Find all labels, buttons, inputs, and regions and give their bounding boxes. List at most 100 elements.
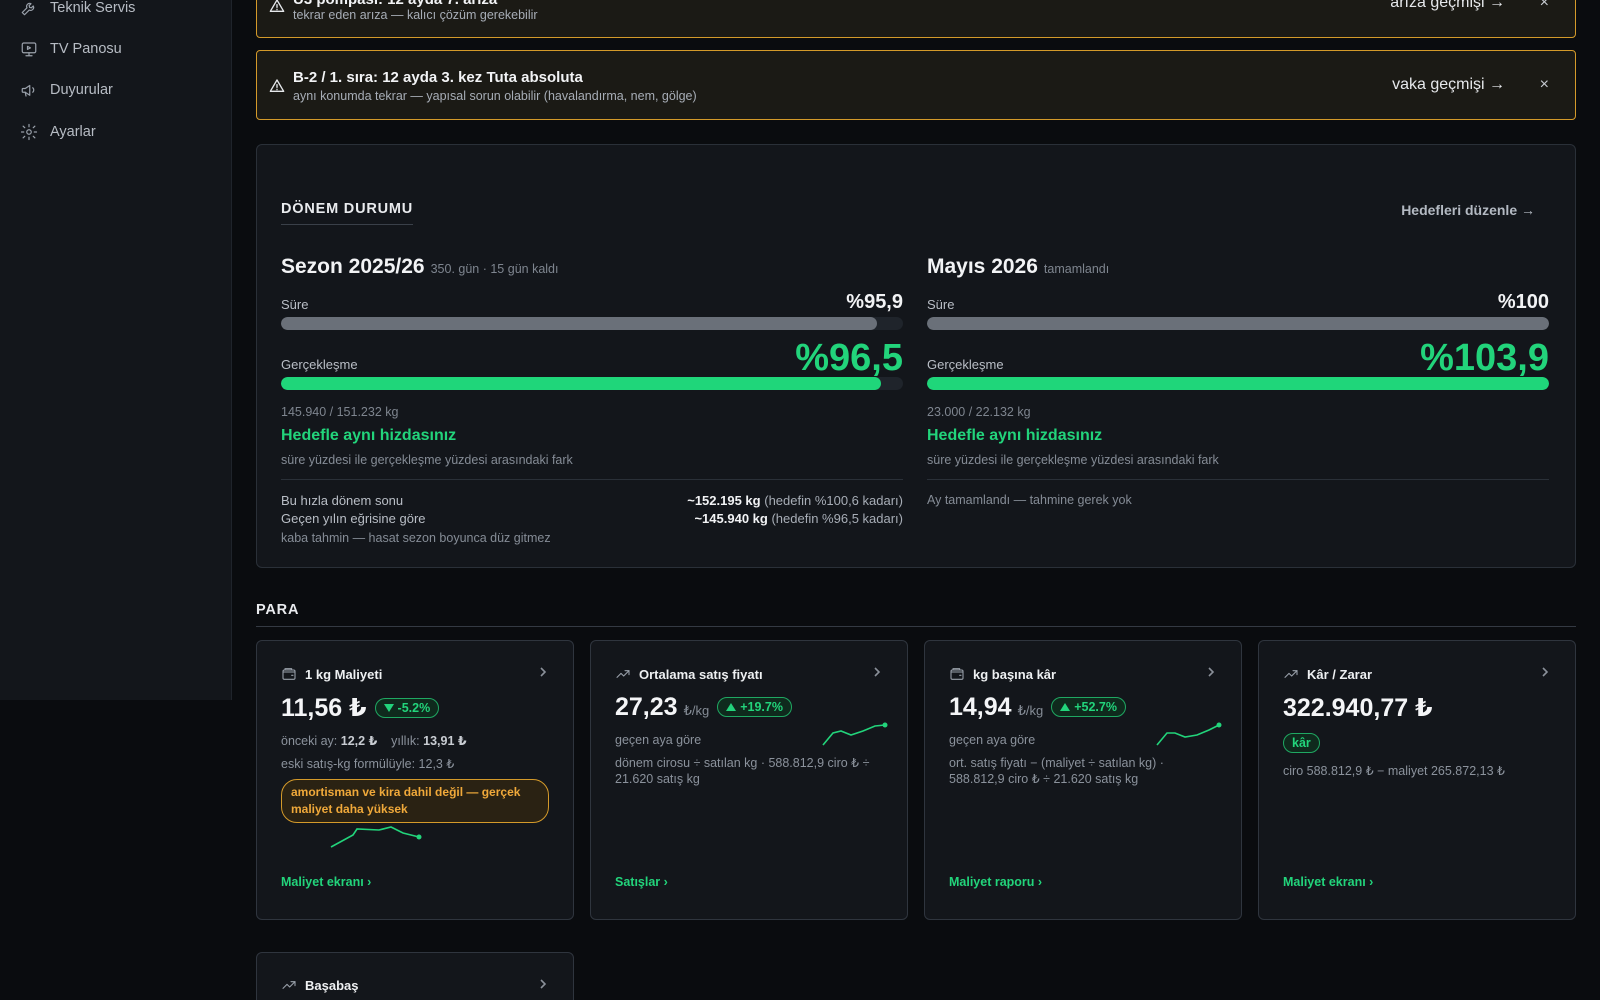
realization-label: Gerçekleşme — [927, 357, 1004, 372]
section-title: PARA — [256, 602, 300, 618]
divider — [927, 479, 1549, 480]
warning-icon — [269, 78, 285, 94]
alert-history-link[interactable]: arıza geçmişi → — [1390, 0, 1505, 12]
card-value: 27,23 ₺/kg +19.7% — [615, 693, 792, 722]
card-header: Kâr / Zarar — [1283, 666, 1372, 682]
time-label: Süre — [281, 297, 309, 312]
wallet-icon — [282, 668, 296, 680]
avg-sale-price-card[interactable]: Ortalama satış fiyatı 27,23 ₺/kg +19.7% ge… — [590, 640, 908, 920]
cost-report-link[interactable]: Maliyet raporu › — [949, 875, 1042, 889]
trend-up-icon — [616, 670, 630, 678]
forecast-note: Ay tamamlandı — tahmine gerek yok — [927, 493, 1132, 507]
profit-per-kg-card[interactable]: kg başına kâr 14,94 ₺/kg +52.7% geçen aya … — [924, 640, 1242, 920]
warning-icon — [269, 0, 285, 14]
warning-pill: amortisman ve kira dahil değil — gerçek … — [281, 779, 549, 823]
tv-icon — [21, 42, 37, 57]
wallet-icon — [950, 668, 964, 680]
sparkline — [1156, 721, 1222, 752]
trend-up-icon — [282, 981, 296, 989]
time-progress-bar — [927, 317, 1549, 330]
period-status-card: DÖNEM DURUMU Hedefleri düzenle → Sezon 2… — [256, 144, 1576, 568]
chevron-right-icon[interactable] — [537, 977, 549, 991]
down-triangle-icon — [383, 704, 394, 712]
wrench-icon — [21, 2, 35, 16]
card-value: 322.940,77 ₺ — [1283, 694, 1433, 722]
chevron-right-icon[interactable] — [871, 665, 883, 679]
close-icon[interactable]: × — [1540, 0, 1549, 12]
change-badge: +19.7% — [717, 697, 792, 717]
alert-pump-failure: U3 pompası: 12 ayda 7. arıza tekrar eden… — [256, 0, 1576, 38]
cost-screen-link[interactable]: Maliyet ekranı › — [281, 875, 371, 889]
realization-value: %96,5 — [795, 337, 903, 379]
season-column: Sezon 2025/26 350. gün · 15 gün kaldı Sür… — [281, 255, 903, 555]
sidebar-item-label: Duyurular — [50, 82, 113, 98]
edit-targets-link[interactable]: Hedefleri düzenle → — [1401, 202, 1535, 218]
status-text: Hedefle aynı hizdasınız — [927, 427, 1103, 444]
alert-subtitle: tekrar eden arıza — kalıcı çözüm gerekeb… — [293, 8, 538, 22]
card-value: 11,56 ₺ -5.2% — [281, 693, 440, 723]
status-note: süre yüzdesi ile gerçekleşme yüzdesi ara… — [281, 453, 573, 467]
divider — [256, 626, 1576, 627]
card-note: dönem cirosu ÷ satılan kg · 588.812,9 ci… — [615, 756, 870, 786]
sidebar-item-label: Teknik Servis — [50, 0, 136, 16]
card-value: 14,94 ₺/kg +52.7% — [949, 693, 1126, 722]
chevron-right-icon[interactable] — [1539, 665, 1551, 679]
profit-loss-card[interactable]: Kâr / Zarar 322.940,77 ₺ kâr ciro 588.81… — [1258, 640, 1576, 920]
chevron-right-icon[interactable] — [1205, 665, 1217, 679]
sidebar-item-teknik-servis[interactable]: Teknik Servis — [20, 0, 135, 20]
sidebar-item-duyurular[interactable]: Duyurular — [20, 78, 113, 102]
up-triangle-icon — [726, 703, 737, 711]
month-column: Mayıs 2026 tamamlandı Süre %100 Gerçekleş… — [927, 255, 1549, 555]
time-label: Süre — [927, 297, 955, 312]
time-progress-fill — [281, 317, 878, 330]
trend-up-icon — [1284, 670, 1298, 678]
status-badge: kâr — [1283, 733, 1320, 753]
amount-text: 23.000 / 22.132 kg — [927, 405, 1031, 419]
status-text: Hedefle aynı hizdasınız — [281, 427, 457, 444]
chevron-right-icon[interactable] — [537, 665, 549, 679]
sidebar-item-tv-panosu[interactable]: TV Panosu — [20, 37, 122, 61]
card-header: Ortalama satış fiyatı — [615, 666, 763, 682]
card-compare: önceki ay: 12,2 ₺ yıllık: 13,91 ₺ — [281, 734, 467, 748]
forecast-row: Geçen yılın eğrisine göre ~145.940 kg (h… — [281, 511, 903, 526]
time-value: %95,9 — [846, 291, 903, 313]
sales-link[interactable]: Satışlar › — [615, 875, 668, 889]
card-header: kg başına kâr — [949, 666, 1056, 682]
card-sub: geçen aya göre — [615, 733, 702, 747]
card-note: ort. satış fiyatı − (maliyet ÷ satılan k… — [949, 756, 1164, 786]
divider — [281, 479, 903, 480]
forecast-row: Bu hızla dönem sonu ~152.195 kg (hedefin… — [281, 493, 903, 508]
card-sub: geçen aya göre — [949, 733, 1036, 747]
time-progress-fill — [927, 317, 1549, 330]
megaphone-icon — [21, 84, 35, 97]
alert-title: U3 pompası: 12 ayda 7. arıza — [293, 0, 497, 8]
alert-pest-recurrence: B-2 / 1. sıra: 12 ayda 3. kez Tuta absol… — [256, 50, 1576, 120]
card-note: eski satış-kg formülüyle: 12,3 ₺ — [281, 757, 455, 771]
realization-progress-bar — [927, 377, 1549, 390]
season-meta: 350. gün · 15 gün kaldı — [430, 262, 559, 276]
change-badge: -5.2% — [374, 698, 440, 718]
card-header: 1 kg Maliyeti — [281, 666, 382, 682]
time-progress-bar — [281, 317, 903, 330]
alert-title: B-2 / 1. sıra: 12 ayda 3. kez Tuta absol… — [293, 69, 583, 86]
close-icon[interactable]: × — [1540, 76, 1549, 94]
sidebar: Teknik Servis TV Panosu Duyurular Ayarla… — [0, 0, 232, 700]
section-title: DÖNEM DURUMU — [281, 201, 414, 225]
month-meta: tamamlandı — [1043, 262, 1110, 276]
amount-text: 145.940 / 151.232 kg — [281, 405, 399, 419]
gear-icon — [20, 123, 38, 141]
sparkline — [822, 721, 888, 752]
alert-history-link[interactable]: vaka geçmişi → — [1392, 76, 1505, 94]
break-even-card[interactable]: Başabaş — [256, 952, 574, 1000]
sparkline — [330, 823, 431, 858]
cost-screen-link[interactable]: Maliyet ekranı › — [1283, 875, 1373, 889]
season-title: Sezon 2025/26 350. gün · 15 gün kaldı — [281, 255, 559, 278]
realization-progress-fill — [927, 377, 1549, 390]
realization-progress-bar — [281, 377, 903, 390]
time-value: %100 — [1497, 291, 1549, 313]
card-note: ciro 588.812,9 ₺ − maliyet 265.872,13 ₺ — [1283, 764, 1505, 778]
cost-per-kg-card[interactable]: 1 kg Maliyeti 11,56 ₺ -5.2% önceki ay: 12… — [256, 640, 574, 920]
card-header: Başabaş — [281, 977, 358, 993]
status-note: süre yüzdesi ile gerçekleşme yüzdesi ara… — [927, 453, 1219, 467]
sidebar-item-ayarlar[interactable]: Ayarlar — [20, 120, 96, 144]
